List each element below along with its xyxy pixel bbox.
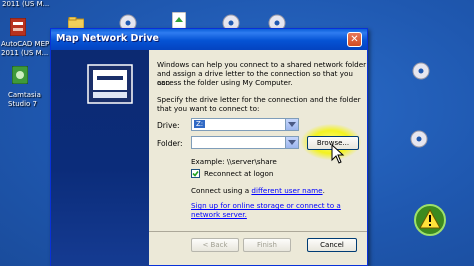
- signup-link-line-1[interactable]: Sign up for online storage or connect to…: [191, 201, 341, 210]
- connect-suffix: .: [322, 186, 325, 195]
- close-button[interactable]: ✕: [347, 32, 362, 47]
- back-button[interactable]: < Back: [191, 238, 239, 252]
- chevron-down-icon: [288, 140, 296, 145]
- cd-icon-right-2[interactable]: [410, 130, 428, 148]
- cd-icon-right[interactable]: [412, 62, 430, 80]
- dialog-title: Map Network Drive: [56, 33, 159, 44]
- chevron-down-icon: [288, 122, 296, 127]
- example-text: Example: \\server\share: [191, 157, 277, 166]
- different-user-link[interactable]: different user name: [251, 186, 322, 195]
- button-divider: [149, 231, 367, 232]
- folder-dropdown-button[interactable]: [285, 137, 298, 148]
- dialog-titlebar[interactable]: Map Network Drive ✕: [51, 29, 367, 50]
- drive-select[interactable]: Z:: [191, 118, 299, 131]
- autocad-label-line-1: AutoCAD MEP: [1, 40, 50, 48]
- signup-link-line-2[interactable]: network server.: [191, 210, 247, 219]
- drive-select-value: Z:: [194, 120, 206, 128]
- folder-input[interactable]: [191, 136, 299, 149]
- mouse-cursor-icon: [331, 143, 345, 164]
- drive-dropdown-button[interactable]: [285, 119, 298, 130]
- drive-label: Drive:: [157, 121, 180, 130]
- camtasia-label-line-1: Camtasia: [8, 91, 41, 99]
- intro-line-1: Windows can help you connect to a shared…: [157, 60, 367, 69]
- autocad-label-line-2: 2011 (US M...: [1, 49, 49, 57]
- specify-line-1: Specify the drive letter for the connect…: [157, 95, 361, 104]
- close-icon: ✕: [350, 34, 359, 45]
- reconnect-label[interactable]: Reconnect at logon: [204, 169, 273, 178]
- network-drive-icon: [87, 64, 133, 104]
- reconnect-checkbox[interactable]: [191, 169, 200, 178]
- camtasia-label-line-2: Studio 7: [8, 100, 37, 108]
- specify-line-2: that you want to connect to:: [157, 104, 260, 113]
- folder-label: Folder:: [157, 139, 183, 148]
- autocad-icon[interactable]: [9, 17, 27, 37]
- camtasia-icon[interactable]: [11, 65, 29, 85]
- checkmark-icon: [192, 171, 199, 177]
- intro-line-3: access the folder using My Computer.: [157, 78, 293, 87]
- cancel-button[interactable]: Cancel: [307, 238, 357, 252]
- map-network-drive-dialog: Map Network Drive ✕ Windows can help you…: [50, 28, 368, 266]
- folder-icon[interactable]: [67, 14, 85, 30]
- recycle-file-icon[interactable]: [171, 11, 187, 30]
- wizard-side-panel: [51, 50, 149, 266]
- warning-icon[interactable]: [414, 204, 446, 236]
- connect-using-text: Connect using a different user name.: [191, 186, 325, 195]
- finish-button[interactable]: Finish: [243, 238, 291, 252]
- desktop-icon-label-top: 2011 (US M...: [2, 0, 50, 8]
- connect-prefix: Connect using a: [191, 186, 252, 195]
